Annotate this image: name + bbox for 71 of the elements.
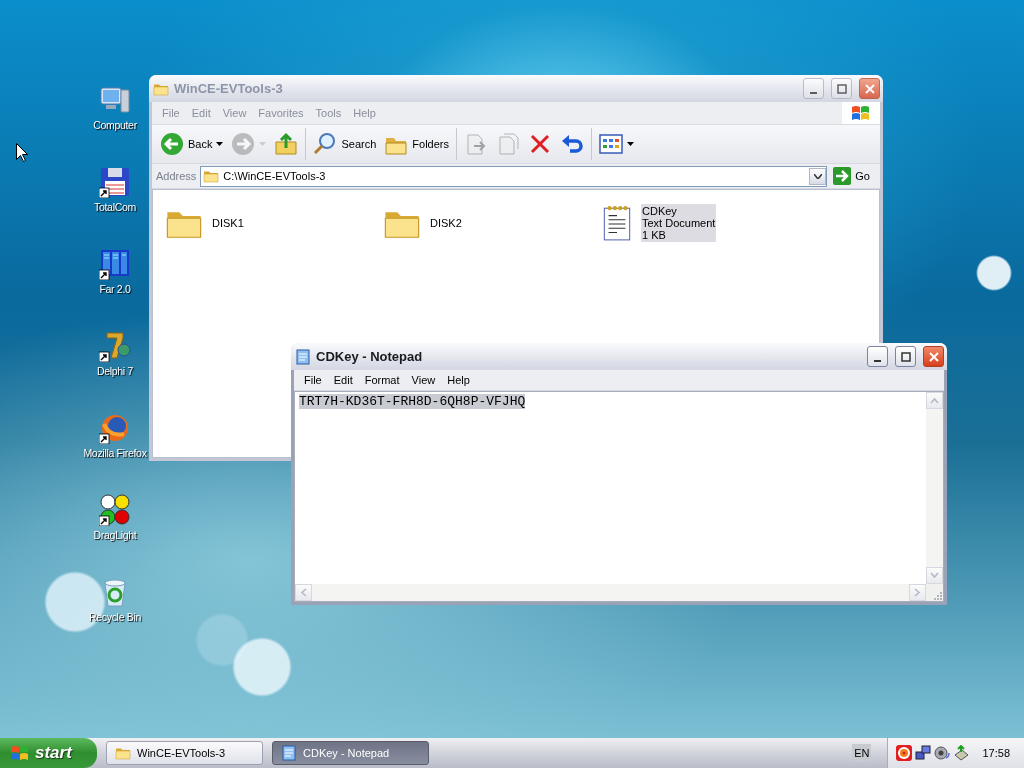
file-name[interactable]: DISK2 — [430, 217, 462, 229]
notepad-icon — [281, 745, 297, 761]
menu-item[interactable]: Format — [358, 374, 406, 386]
desktop-icon-label[interactable]: Far 2.0 — [99, 283, 131, 295]
windows-flag-icon — [851, 104, 871, 122]
file-name[interactable]: DISK1 — [212, 217, 244, 229]
search-icon — [313, 132, 338, 156]
file-type: Text Document — [642, 217, 716, 229]
taskbar-button[interactable]: CDKey - Notepad — [272, 741, 429, 765]
close-button[interactable] — [923, 346, 944, 367]
clock: 17:58 — [982, 747, 1010, 759]
copy-to-icon — [496, 132, 520, 156]
globe-fox-icon[interactable] — [99, 412, 131, 444]
close-button[interactable] — [859, 78, 880, 99]
language-indicator[interactable]: EN — [852, 744, 872, 762]
target-icon[interactable] — [896, 745, 913, 761]
notepad-icon — [295, 348, 311, 365]
desktop-icon-label[interactable]: TotalCom — [94, 201, 136, 213]
window-title: CDKey - Notepad — [316, 349, 424, 364]
cursor-icon — [16, 143, 28, 162]
text-editor-area[interactable]: TRT7H-KD36T-FRH8D-6QH8P-VFJHQ — [294, 391, 944, 602]
right-arrow-icon — [833, 167, 852, 185]
speaker-icon[interactable] — [934, 745, 951, 761]
text-document-icon[interactable] — [601, 204, 633, 242]
undo-arrow-icon — [560, 132, 584, 156]
network-computers-icon[interactable] — [915, 745, 932, 761]
go-button[interactable]: Go — [831, 167, 876, 185]
menu-item[interactable]: File — [298, 374, 328, 386]
minimize-button[interactable] — [867, 346, 888, 367]
menu-item[interactable]: Help — [441, 374, 476, 386]
menu-item[interactable]: Edit — [327, 374, 359, 386]
golden-pillar-icon[interactable] — [99, 330, 131, 362]
start-button[interactable]: start — [0, 738, 97, 768]
caret-icon — [259, 142, 267, 146]
maximize-icon — [836, 83, 847, 94]
maximize-button[interactable] — [895, 346, 916, 367]
four-circles-icon[interactable] — [99, 494, 131, 526]
maximize-icon — [900, 351, 911, 362]
document-text: TRT7H-KD36T-FRH8D-6QH8P-VFJHQ — [299, 394, 526, 409]
caret-icon — [216, 142, 224, 146]
file-size: 1 KB — [642, 229, 667, 241]
menu-item[interactable]: View — [405, 374, 442, 386]
search-button[interactable]: Search — [309, 129, 381, 159]
resize-grip-icon — [931, 589, 943, 601]
server-rack-icon[interactable] — [99, 248, 131, 280]
computer-icon[interactable] — [99, 84, 131, 116]
address-field[interactable]: C:\WinCE-EVTools-3 — [200, 165, 828, 187]
back-button[interactable]: Back — [156, 129, 228, 159]
windows-flag-icon — [10, 744, 30, 762]
taskbar-button[interactable]: WinCE-EVTools-3 — [106, 741, 263, 765]
caret-icon — [627, 142, 634, 146]
close-icon — [864, 83, 875, 94]
caret-icon — [813, 173, 822, 179]
minimize-icon — [810, 91, 817, 94]
plug-device-icon[interactable] — [953, 745, 970, 761]
address-text: C:\WinCE-EVTools-3 — [223, 170, 327, 182]
desktop-icon-label[interactable]: Delphi 7 — [96, 365, 134, 377]
window-title: WinCE-EVTools-3 — [174, 81, 284, 96]
desktop-icon-label[interactable]: Computer — [93, 119, 137, 131]
views-grid-icon — [599, 132, 623, 156]
folder-up-icon — [274, 132, 299, 156]
delete-x-icon — [528, 132, 552, 156]
maximize-button[interactable] — [831, 78, 852, 99]
move-to-icon — [464, 132, 488, 156]
minimize-button[interactable] — [803, 78, 824, 99]
dropdown-button[interactable] — [809, 167, 827, 185]
folders-button[interactable]: Folders — [380, 129, 453, 159]
address-label: Address — [156, 170, 197, 182]
minimize-icon — [874, 359, 881, 362]
close-icon — [928, 351, 939, 362]
file-name[interactable]: CDKey — [642, 205, 716, 217]
